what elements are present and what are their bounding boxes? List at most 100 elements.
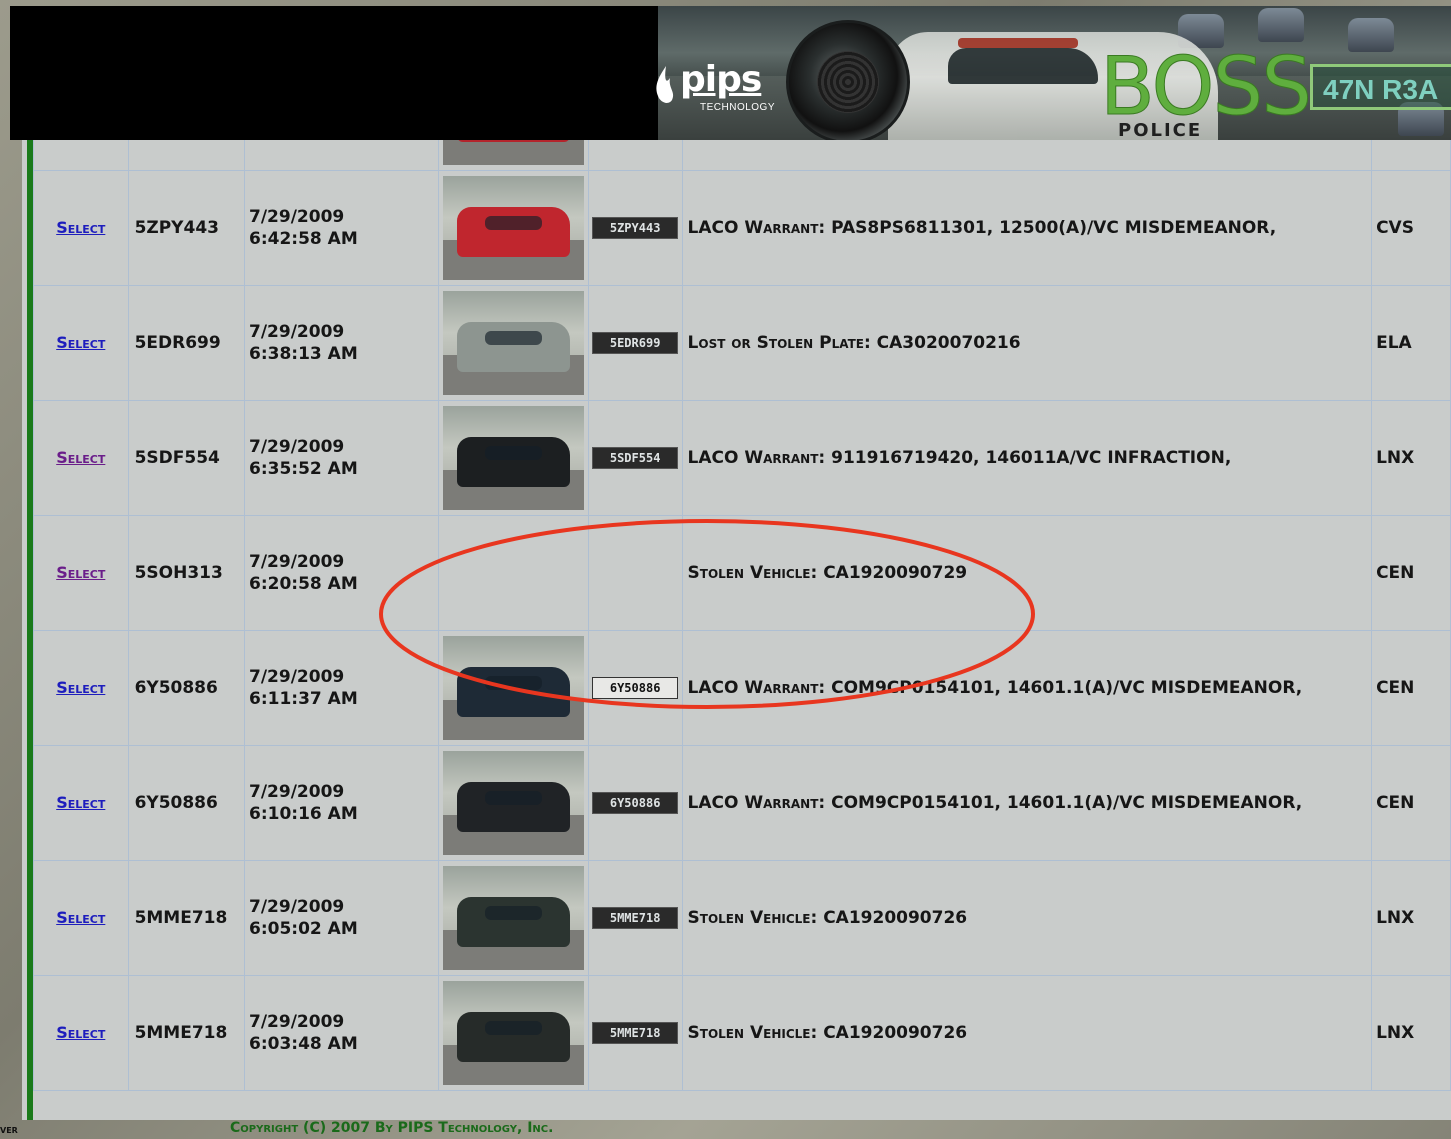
- alert-time: 6:35:52 AM: [249, 459, 358, 479]
- vehicle-shape: [456, 782, 570, 833]
- select-cell: Select: [33, 860, 129, 976]
- alert-date: 7/29/2009: [249, 552, 345, 572]
- select-link[interactable]: Select: [56, 908, 105, 927]
- alert-date: 7/29/2009: [249, 207, 345, 227]
- agency-code: CEN: [1376, 678, 1415, 698]
- select-link[interactable]: Select: [56, 448, 105, 467]
- timestamp-cell: 7/29/2009 6:10:16 AM: [244, 745, 439, 861]
- vehicle-photo[interactable]: [442, 406, 584, 510]
- agency-cell: CEN: [1371, 745, 1451, 861]
- plate-number: 6Y50886: [134, 793, 218, 813]
- left-accent-bar: [27, 140, 33, 1120]
- plate-cell: 5MME718: [127, 860, 246, 976]
- alert-description-cell: LACO Warrant: COM9CP0154101, 14601.1(A)/…: [681, 630, 1373, 746]
- pips-logo: pips TECHNOLOGY: [654, 58, 784, 122]
- alert-row: Select 5MME718 7/29/2009 6:05:02 AM 5MME718 S…: [33, 860, 1451, 976]
- timestamp-cell: 7/29/2009 6:35:52 AM: [244, 400, 439, 516]
- plate-image-cell: 5MME718: [587, 975, 683, 1091]
- vehicle-photo[interactable]: [442, 981, 584, 1085]
- vehicle-window: [485, 216, 542, 231]
- vehicle-photo[interactable]: [442, 291, 584, 395]
- footer-left-text: ver: [0, 1122, 18, 1136]
- alert-description: LACO Warrant: PAS8PS6811301, 12500(A)/VC…: [687, 218, 1277, 238]
- vehicle-window: [485, 906, 542, 921]
- alert-description-cell: Stolen Vehicle: CA1920090726: [681, 975, 1373, 1091]
- plate-read-image[interactable]: 5MME718: [592, 1022, 679, 1044]
- select-cell: Select: [33, 630, 129, 746]
- plate-cell: 5ZPY443: [127, 170, 246, 286]
- select-link[interactable]: Select: [56, 793, 105, 812]
- vehicle-window: [485, 676, 542, 691]
- plate-image-cell: 5ZPY443: [587, 170, 683, 286]
- vehicle-window: [485, 1021, 542, 1036]
- select-link[interactable]: Select: [56, 1023, 105, 1042]
- alert-time: 6:11:37 AM: [249, 689, 358, 709]
- alert-row: Select 5MME718 7/29/2009 6:03:48 AM 5MME718 S…: [33, 975, 1451, 1091]
- header-blackout: [10, 6, 658, 140]
- vehicle-photo[interactable]: [442, 866, 584, 970]
- vehicle-photo[interactable]: [442, 751, 584, 855]
- plate-number: 6Y50886: [134, 678, 218, 698]
- alert-date: 7/29/2009: [249, 897, 345, 917]
- alert-time: 6:38:13 AM: [249, 344, 358, 364]
- alert-description: Stolen Vehicle: CA1920090729: [687, 563, 968, 583]
- alert-description: Lost or Stolen Plate: CA3020070216: [687, 333, 1021, 353]
- agency-code: CEN: [1376, 563, 1415, 583]
- timestamp-cell: 7/29/20096:42:58 AM: [244, 170, 439, 286]
- alert-date: 7/29/2009: [249, 1012, 345, 1032]
- plate-read-image[interactable]: 5MME718: [592, 907, 679, 929]
- select-cell: Select: [33, 170, 129, 286]
- alert-description: LACO Warrant: 911916719420, 146011A/VC I…: [687, 448, 1232, 468]
- agency-code: CVS: [1376, 218, 1414, 238]
- timestamp-cell: 7/29/2009 6:20:58 AM: [244, 515, 439, 631]
- plate-read-image[interactable]: 5SDF554: [592, 447, 679, 469]
- alert-date: 7/29/2009: [249, 667, 345, 687]
- vehicle-shape: [456, 207, 570, 258]
- alert-results-panel: Select 5ZPY443 7/29/2009 6:42:58 AM 5ZPY443 L…: [22, 90, 1451, 1120]
- select-cell: Select: [33, 285, 129, 401]
- vehicle-photo-cell: [438, 745, 589, 861]
- flame-icon: [656, 66, 674, 103]
- alert-description-cell: LACO Warrant: 911916719420, 146011A/VC I…: [681, 400, 1373, 516]
- vehicle-photo[interactable]: [442, 636, 584, 740]
- plate-read-image[interactable]: 6Y50886: [592, 677, 679, 699]
- select-link[interactable]: Select: [56, 333, 105, 352]
- vehicle-shape: [456, 1012, 570, 1063]
- alert-description: LACO Warrant: COM9CP0154101, 14601.1(A)/…: [687, 678, 1303, 698]
- select-link[interactable]: Select: [56, 678, 105, 697]
- plate-read-image[interactable]: 5ZPY443: [592, 217, 679, 239]
- screen: Select 5ZPY443 7/29/2009 6:42:58 AM 5ZPY443 L…: [0, 0, 1451, 1139]
- vehicle-photo-cell: [438, 515, 589, 631]
- plate-image-cell: 5SDF554: [587, 400, 683, 516]
- agency-code: LNX: [1376, 448, 1415, 468]
- plate-read-image[interactable]: 6Y50886: [592, 792, 679, 814]
- timestamp-cell: 7/29/2009 6:05:02 AM: [244, 860, 439, 976]
- plate-number: 5ZPY443: [134, 218, 219, 238]
- agency-cell: CEN: [1371, 515, 1451, 631]
- agency-code: ELA: [1376, 333, 1412, 353]
- alert-description: Stolen Vehicle: CA1920090726: [687, 1023, 968, 1043]
- vehicle-photo-cell: [438, 285, 589, 401]
- plate-image-cell: 6Y50886: [587, 630, 683, 746]
- agency-cell: LNX: [1371, 400, 1451, 516]
- camera-lens-icon: [786, 20, 910, 140]
- agency-code: LNX: [1376, 1023, 1415, 1043]
- vehicle-photo[interactable]: [442, 176, 584, 280]
- police-car-window: [948, 48, 1098, 84]
- alert-date: 7/29/2009: [249, 437, 345, 457]
- select-link[interactable]: Select: [56, 218, 105, 237]
- pips-logo-subtext: TECHNOLOGY: [700, 102, 776, 113]
- alert-description-cell: LACO Warrant: PAS8PS6811301, 12500(A)/VC…: [681, 170, 1373, 286]
- select-link[interactable]: Select: [56, 563, 105, 582]
- plate-image-cell: 5MME718: [587, 860, 683, 976]
- plate-cell: 6Y50886: [127, 630, 246, 746]
- alert-description: LACO Warrant: COM9CP0154101, 14601.1(A)/…: [687, 793, 1303, 813]
- select-cell: Select: [33, 400, 129, 516]
- vehicle-photo-cell: [438, 170, 589, 286]
- pips-logo-text: pips: [680, 59, 762, 100]
- plate-cell: 5MME718: [127, 975, 246, 1091]
- vehicle-shape: [456, 667, 570, 718]
- plate-number: 5SDF554: [134, 448, 220, 468]
- plate-read-image[interactable]: 5EDR699: [592, 332, 679, 354]
- timestamp-cell: 7/29/2009 6:11:37 AM: [244, 630, 439, 746]
